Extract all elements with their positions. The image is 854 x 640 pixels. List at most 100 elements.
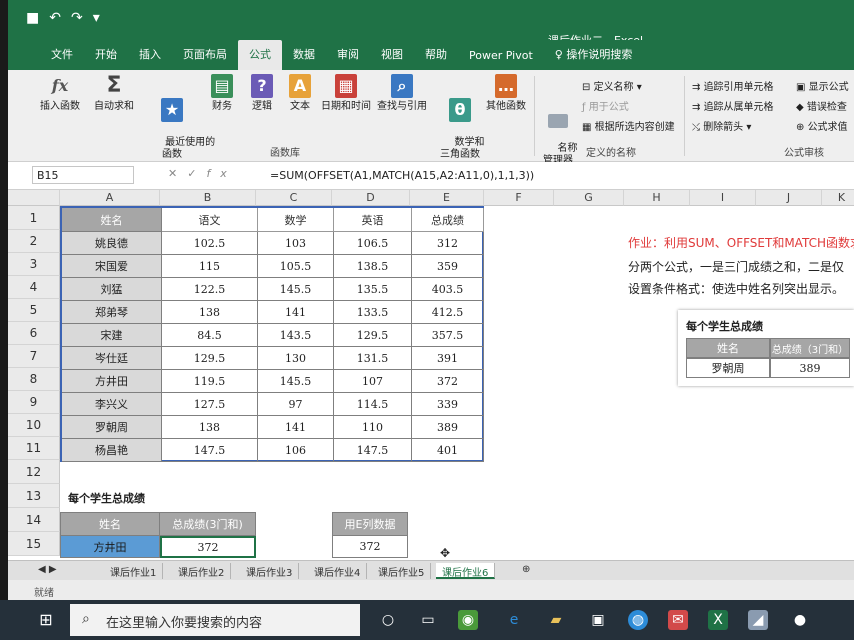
logical-button[interactable]: ? 逻辑 bbox=[244, 74, 280, 113]
score-cell[interactable]: 114.5 bbox=[334, 393, 412, 416]
score-cell[interactable]: 357.5 bbox=[412, 324, 484, 347]
math-trig-button[interactable]: θ 数学和 三角函数 bbox=[432, 74, 488, 173]
table-header-cell[interactable]: 英语 bbox=[334, 208, 412, 232]
text-button[interactable]: A 文本 bbox=[282, 74, 318, 113]
undo-icon[interactable]: ↶ bbox=[49, 10, 61, 26]
file-explorer-icon[interactable]: ▰ bbox=[546, 610, 566, 630]
app-icon[interactable]: ◍ bbox=[628, 610, 648, 630]
row-header[interactable]: 4 bbox=[8, 276, 60, 299]
column-header[interactable]: B bbox=[160, 190, 256, 206]
use-in-formula-button[interactable]: ƒ 用于公式 bbox=[582, 98, 629, 113]
row-header[interactable]: 5 bbox=[8, 299, 60, 322]
score-cell[interactable]: 131.5 bbox=[334, 347, 412, 370]
student-name-cell[interactable]: 李兴义 bbox=[62, 393, 162, 416]
trace-precedents-button[interactable]: ⇉ 追踪引用单元格 bbox=[692, 78, 774, 93]
column-header[interactable]: I bbox=[690, 190, 756, 206]
edge-icon[interactable]: e bbox=[504, 610, 524, 630]
cortana-icon[interactable]: ○ bbox=[378, 610, 398, 630]
cancel-icon[interactable]: ✕ bbox=[168, 167, 187, 180]
store-icon[interactable]: ▣ bbox=[588, 610, 608, 630]
student-name-cell[interactable]: 姚良德 bbox=[62, 232, 162, 255]
column-header[interactable]: D bbox=[332, 190, 410, 206]
row-header[interactable]: 7 bbox=[8, 345, 60, 368]
row-header[interactable]: 8 bbox=[8, 368, 60, 391]
table-header-cell[interactable]: 语文 bbox=[162, 208, 258, 232]
score-cell[interactable]: 145.5 bbox=[258, 278, 334, 301]
bottom-header-name[interactable]: 姓名 bbox=[60, 512, 160, 536]
score-cell[interactable]: 127.5 bbox=[162, 393, 258, 416]
score-cell[interactable]: 107 bbox=[334, 370, 412, 393]
score-cell[interactable]: 106.5 bbox=[334, 232, 412, 255]
lookup-button[interactable]: ⌕ 查找与引用 bbox=[374, 74, 430, 113]
bottom-header-total[interactable]: 总成绩(3门和) bbox=[160, 512, 256, 536]
row-header[interactable]: 9 bbox=[8, 391, 60, 414]
autosum-button[interactable]: Σ 自动求和 bbox=[92, 74, 136, 113]
score-cell[interactable]: 138 bbox=[162, 416, 258, 439]
score-cell[interactable]: 135.5 bbox=[334, 278, 412, 301]
row-header[interactable]: 12 bbox=[8, 460, 60, 484]
row-header[interactable]: 15 bbox=[8, 532, 60, 556]
score-cell[interactable]: 138 bbox=[162, 301, 258, 324]
score-cell[interactable]: 122.5 bbox=[162, 278, 258, 301]
sheet-tab[interactable]: 课后作业3 bbox=[240, 563, 300, 579]
student-name-cell[interactable]: 郑弟琴 bbox=[62, 301, 162, 324]
financial-button[interactable]: ▤ 财务 bbox=[204, 74, 240, 113]
row-header[interactable]: 1 bbox=[8, 206, 60, 230]
score-cell[interactable]: 403.5 bbox=[412, 278, 484, 301]
tab-help[interactable]: 帮助 bbox=[414, 46, 458, 70]
scroll-tabs-left-icon[interactable]: ◀ ▶ bbox=[32, 563, 63, 579]
column-header[interactable]: A bbox=[60, 190, 160, 206]
score-cell[interactable]: 105.5 bbox=[258, 255, 334, 278]
sheet-tab[interactable]: 课后作业1 bbox=[104, 563, 164, 579]
task-view-icon[interactable]: ▭ bbox=[418, 610, 438, 630]
score-cell[interactable]: 143.5 bbox=[258, 324, 334, 347]
score-cell[interactable]: 372 bbox=[412, 370, 484, 393]
e-column-result-cell[interactable]: 372 bbox=[332, 536, 408, 558]
save-icon[interactable]: ■ bbox=[26, 10, 39, 26]
score-cell[interactable]: 119.5 bbox=[162, 370, 258, 393]
redo-icon[interactable]: ↷ bbox=[71, 10, 83, 26]
score-cell[interactable]: 141 bbox=[258, 416, 334, 439]
mail-icon[interactable]: ✉ bbox=[668, 610, 688, 630]
insert-function-button[interactable]: fx 插入函数 bbox=[38, 74, 82, 113]
score-cell[interactable]: 147.5 bbox=[334, 439, 412, 462]
define-name-button[interactable]: ⊟ 定义名称 ▾ bbox=[582, 78, 642, 93]
score-cell[interactable]: 129.5 bbox=[334, 324, 412, 347]
row-header[interactable]: 6 bbox=[8, 322, 60, 345]
row-header[interactable]: 2 bbox=[8, 230, 60, 253]
column-header[interactable]: H bbox=[624, 190, 690, 206]
score-cell[interactable]: 115 bbox=[162, 255, 258, 278]
student-name-cell[interactable]: 刘猛 bbox=[62, 278, 162, 301]
sheet-tab[interactable]: 课后作业4 bbox=[308, 563, 368, 579]
column-header[interactable]: E bbox=[410, 190, 484, 206]
score-cell[interactable]: 141 bbox=[258, 301, 334, 324]
tell-me-search[interactable]: ♀ 操作说明搜索 bbox=[544, 46, 644, 70]
student-name-cell[interactable]: 岑仕廷 bbox=[62, 347, 162, 370]
score-cell[interactable]: 145.5 bbox=[258, 370, 334, 393]
tray-icon[interactable]: ● bbox=[790, 610, 810, 630]
row-header[interactable]: 3 bbox=[8, 253, 60, 276]
show-formulas-button[interactable]: ▣ 显示公式 bbox=[796, 78, 849, 93]
app-icon-2[interactable]: ◢ bbox=[748, 610, 768, 630]
bottom-header-e-column[interactable]: 用E列数据 bbox=[332, 512, 408, 536]
tab-page-layout[interactable]: 页面布局 bbox=[172, 46, 238, 70]
score-cell[interactable]: 138.5 bbox=[334, 255, 412, 278]
score-cell[interactable]: 102.5 bbox=[162, 232, 258, 255]
score-cell[interactable]: 110 bbox=[334, 416, 412, 439]
row-header[interactable]: 11 bbox=[8, 437, 60, 460]
error-checking-button[interactable]: ◆ 错误检查 bbox=[796, 98, 847, 113]
tab-view[interactable]: 视图 bbox=[370, 46, 414, 70]
evaluate-formula-button[interactable]: ⊕ 公式求值 bbox=[796, 118, 848, 133]
sheet-tab-active[interactable]: 课后作业6 bbox=[436, 563, 496, 579]
column-header[interactable]: C bbox=[256, 190, 332, 206]
score-cell[interactable]: 97 bbox=[258, 393, 334, 416]
student-name-cell[interactable]: 方井田 bbox=[62, 370, 162, 393]
table-header-cell[interactable]: 数学 bbox=[258, 208, 334, 232]
row-header[interactable]: 13 bbox=[8, 484, 60, 508]
score-cell[interactable]: 389 bbox=[412, 416, 484, 439]
add-sheet-icon[interactable]: ⊕ bbox=[516, 563, 536, 579]
tab-data[interactable]: 数据 bbox=[282, 46, 326, 70]
windows-start-icon[interactable]: ⊞ bbox=[36, 610, 56, 630]
student-name-cell[interactable]: 宋建 bbox=[62, 324, 162, 347]
score-cell[interactable]: 412.5 bbox=[412, 301, 484, 324]
